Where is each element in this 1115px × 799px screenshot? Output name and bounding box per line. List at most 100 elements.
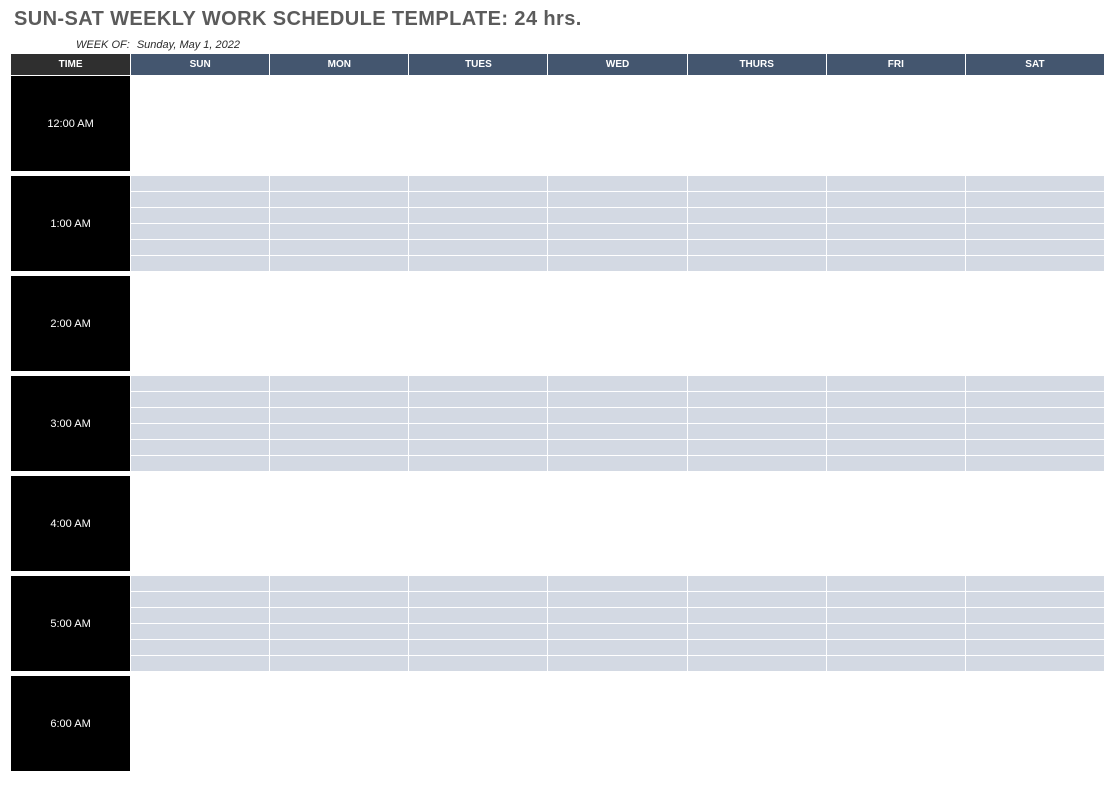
schedule-cell[interactable] bbox=[965, 176, 1104, 192]
schedule-cell[interactable] bbox=[965, 192, 1104, 208]
schedule-cell[interactable] bbox=[687, 540, 826, 556]
schedule-cell[interactable] bbox=[826, 708, 965, 724]
schedule-cell[interactable] bbox=[687, 740, 826, 756]
schedule-cell[interactable] bbox=[270, 656, 409, 672]
schedule-cell[interactable] bbox=[687, 424, 826, 440]
schedule-cell[interactable] bbox=[826, 592, 965, 608]
schedule-cell[interactable] bbox=[965, 308, 1104, 324]
schedule-cell[interactable] bbox=[409, 124, 548, 140]
schedule-cell[interactable] bbox=[131, 692, 270, 708]
schedule-cell[interactable] bbox=[548, 524, 687, 540]
schedule-cell[interactable] bbox=[131, 708, 270, 724]
schedule-cell[interactable] bbox=[687, 392, 826, 408]
schedule-cell[interactable] bbox=[687, 456, 826, 472]
schedule-cell[interactable] bbox=[131, 376, 270, 392]
schedule-cell[interactable] bbox=[409, 592, 548, 608]
schedule-cell[interactable] bbox=[270, 308, 409, 324]
schedule-cell[interactable] bbox=[687, 156, 826, 172]
schedule-cell[interactable] bbox=[270, 408, 409, 424]
schedule-cell[interactable] bbox=[687, 240, 826, 256]
schedule-cell[interactable] bbox=[826, 740, 965, 756]
schedule-cell[interactable] bbox=[965, 592, 1104, 608]
schedule-cell[interactable] bbox=[826, 108, 965, 124]
schedule-cell[interactable] bbox=[131, 492, 270, 508]
schedule-cell[interactable] bbox=[965, 640, 1104, 656]
schedule-cell[interactable] bbox=[548, 492, 687, 508]
schedule-cell[interactable] bbox=[409, 156, 548, 172]
schedule-cell[interactable] bbox=[687, 324, 826, 340]
schedule-cell[interactable] bbox=[131, 476, 270, 492]
schedule-cell[interactable] bbox=[826, 376, 965, 392]
schedule-cell[interactable] bbox=[965, 624, 1104, 640]
schedule-cell[interactable] bbox=[826, 240, 965, 256]
schedule-cell[interactable] bbox=[826, 640, 965, 656]
schedule-cell[interactable] bbox=[687, 692, 826, 708]
schedule-cell[interactable] bbox=[131, 76, 270, 92]
schedule-cell[interactable] bbox=[965, 376, 1104, 392]
schedule-cell[interactable] bbox=[409, 424, 548, 440]
schedule-cell[interactable] bbox=[687, 624, 826, 640]
schedule-cell[interactable] bbox=[826, 492, 965, 508]
schedule-cell[interactable] bbox=[687, 592, 826, 608]
schedule-cell[interactable] bbox=[687, 676, 826, 692]
schedule-cell[interactable] bbox=[965, 240, 1104, 256]
schedule-cell[interactable] bbox=[131, 292, 270, 308]
schedule-cell[interactable] bbox=[270, 440, 409, 456]
schedule-cell[interactable] bbox=[409, 524, 548, 540]
schedule-cell[interactable] bbox=[965, 208, 1104, 224]
schedule-cell[interactable] bbox=[826, 676, 965, 692]
schedule-cell[interactable] bbox=[548, 708, 687, 724]
schedule-cell[interactable] bbox=[548, 124, 687, 140]
schedule-cell[interactable] bbox=[131, 324, 270, 340]
schedule-cell[interactable] bbox=[965, 156, 1104, 172]
schedule-cell[interactable] bbox=[409, 476, 548, 492]
schedule-cell[interactable] bbox=[270, 140, 409, 156]
schedule-cell[interactable] bbox=[965, 556, 1104, 572]
schedule-cell[interactable] bbox=[131, 740, 270, 756]
schedule-cell[interactable] bbox=[131, 440, 270, 456]
schedule-cell[interactable] bbox=[270, 192, 409, 208]
schedule-cell[interactable] bbox=[548, 640, 687, 656]
schedule-cell[interactable] bbox=[270, 640, 409, 656]
schedule-cell[interactable] bbox=[826, 392, 965, 408]
schedule-cell[interactable] bbox=[548, 540, 687, 556]
schedule-cell[interactable] bbox=[409, 276, 548, 292]
schedule-cell[interactable] bbox=[270, 608, 409, 624]
schedule-cell[interactable] bbox=[826, 140, 965, 156]
schedule-cell[interactable] bbox=[548, 656, 687, 672]
schedule-cell[interactable] bbox=[548, 476, 687, 492]
schedule-cell[interactable] bbox=[409, 176, 548, 192]
schedule-cell[interactable] bbox=[826, 756, 965, 772]
schedule-cell[interactable] bbox=[131, 676, 270, 692]
schedule-cell[interactable] bbox=[826, 424, 965, 440]
schedule-cell[interactable] bbox=[687, 376, 826, 392]
schedule-cell[interactable] bbox=[965, 524, 1104, 540]
schedule-cell[interactable] bbox=[826, 340, 965, 356]
schedule-cell[interactable] bbox=[965, 576, 1104, 592]
schedule-cell[interactable] bbox=[687, 756, 826, 772]
schedule-cell[interactable] bbox=[131, 556, 270, 572]
schedule-cell[interactable] bbox=[548, 508, 687, 524]
schedule-cell[interactable] bbox=[409, 224, 548, 240]
schedule-cell[interactable] bbox=[131, 108, 270, 124]
schedule-cell[interactable] bbox=[548, 208, 687, 224]
schedule-cell[interactable] bbox=[131, 124, 270, 140]
schedule-cell[interactable] bbox=[687, 640, 826, 656]
schedule-cell[interactable] bbox=[965, 76, 1104, 92]
schedule-cell[interactable] bbox=[409, 576, 548, 592]
schedule-cell[interactable] bbox=[965, 276, 1104, 292]
schedule-cell[interactable] bbox=[548, 292, 687, 308]
schedule-cell[interactable] bbox=[826, 356, 965, 372]
schedule-cell[interactable] bbox=[548, 156, 687, 172]
schedule-cell[interactable] bbox=[965, 140, 1104, 156]
schedule-cell[interactable] bbox=[826, 324, 965, 340]
schedule-cell[interactable] bbox=[409, 240, 548, 256]
schedule-cell[interactable] bbox=[131, 276, 270, 292]
schedule-cell[interactable] bbox=[131, 724, 270, 740]
schedule-cell[interactable] bbox=[826, 556, 965, 572]
schedule-cell[interactable] bbox=[270, 576, 409, 592]
schedule-cell[interactable] bbox=[965, 676, 1104, 692]
schedule-cell[interactable] bbox=[131, 156, 270, 172]
schedule-cell[interactable] bbox=[409, 492, 548, 508]
schedule-cell[interactable] bbox=[687, 476, 826, 492]
